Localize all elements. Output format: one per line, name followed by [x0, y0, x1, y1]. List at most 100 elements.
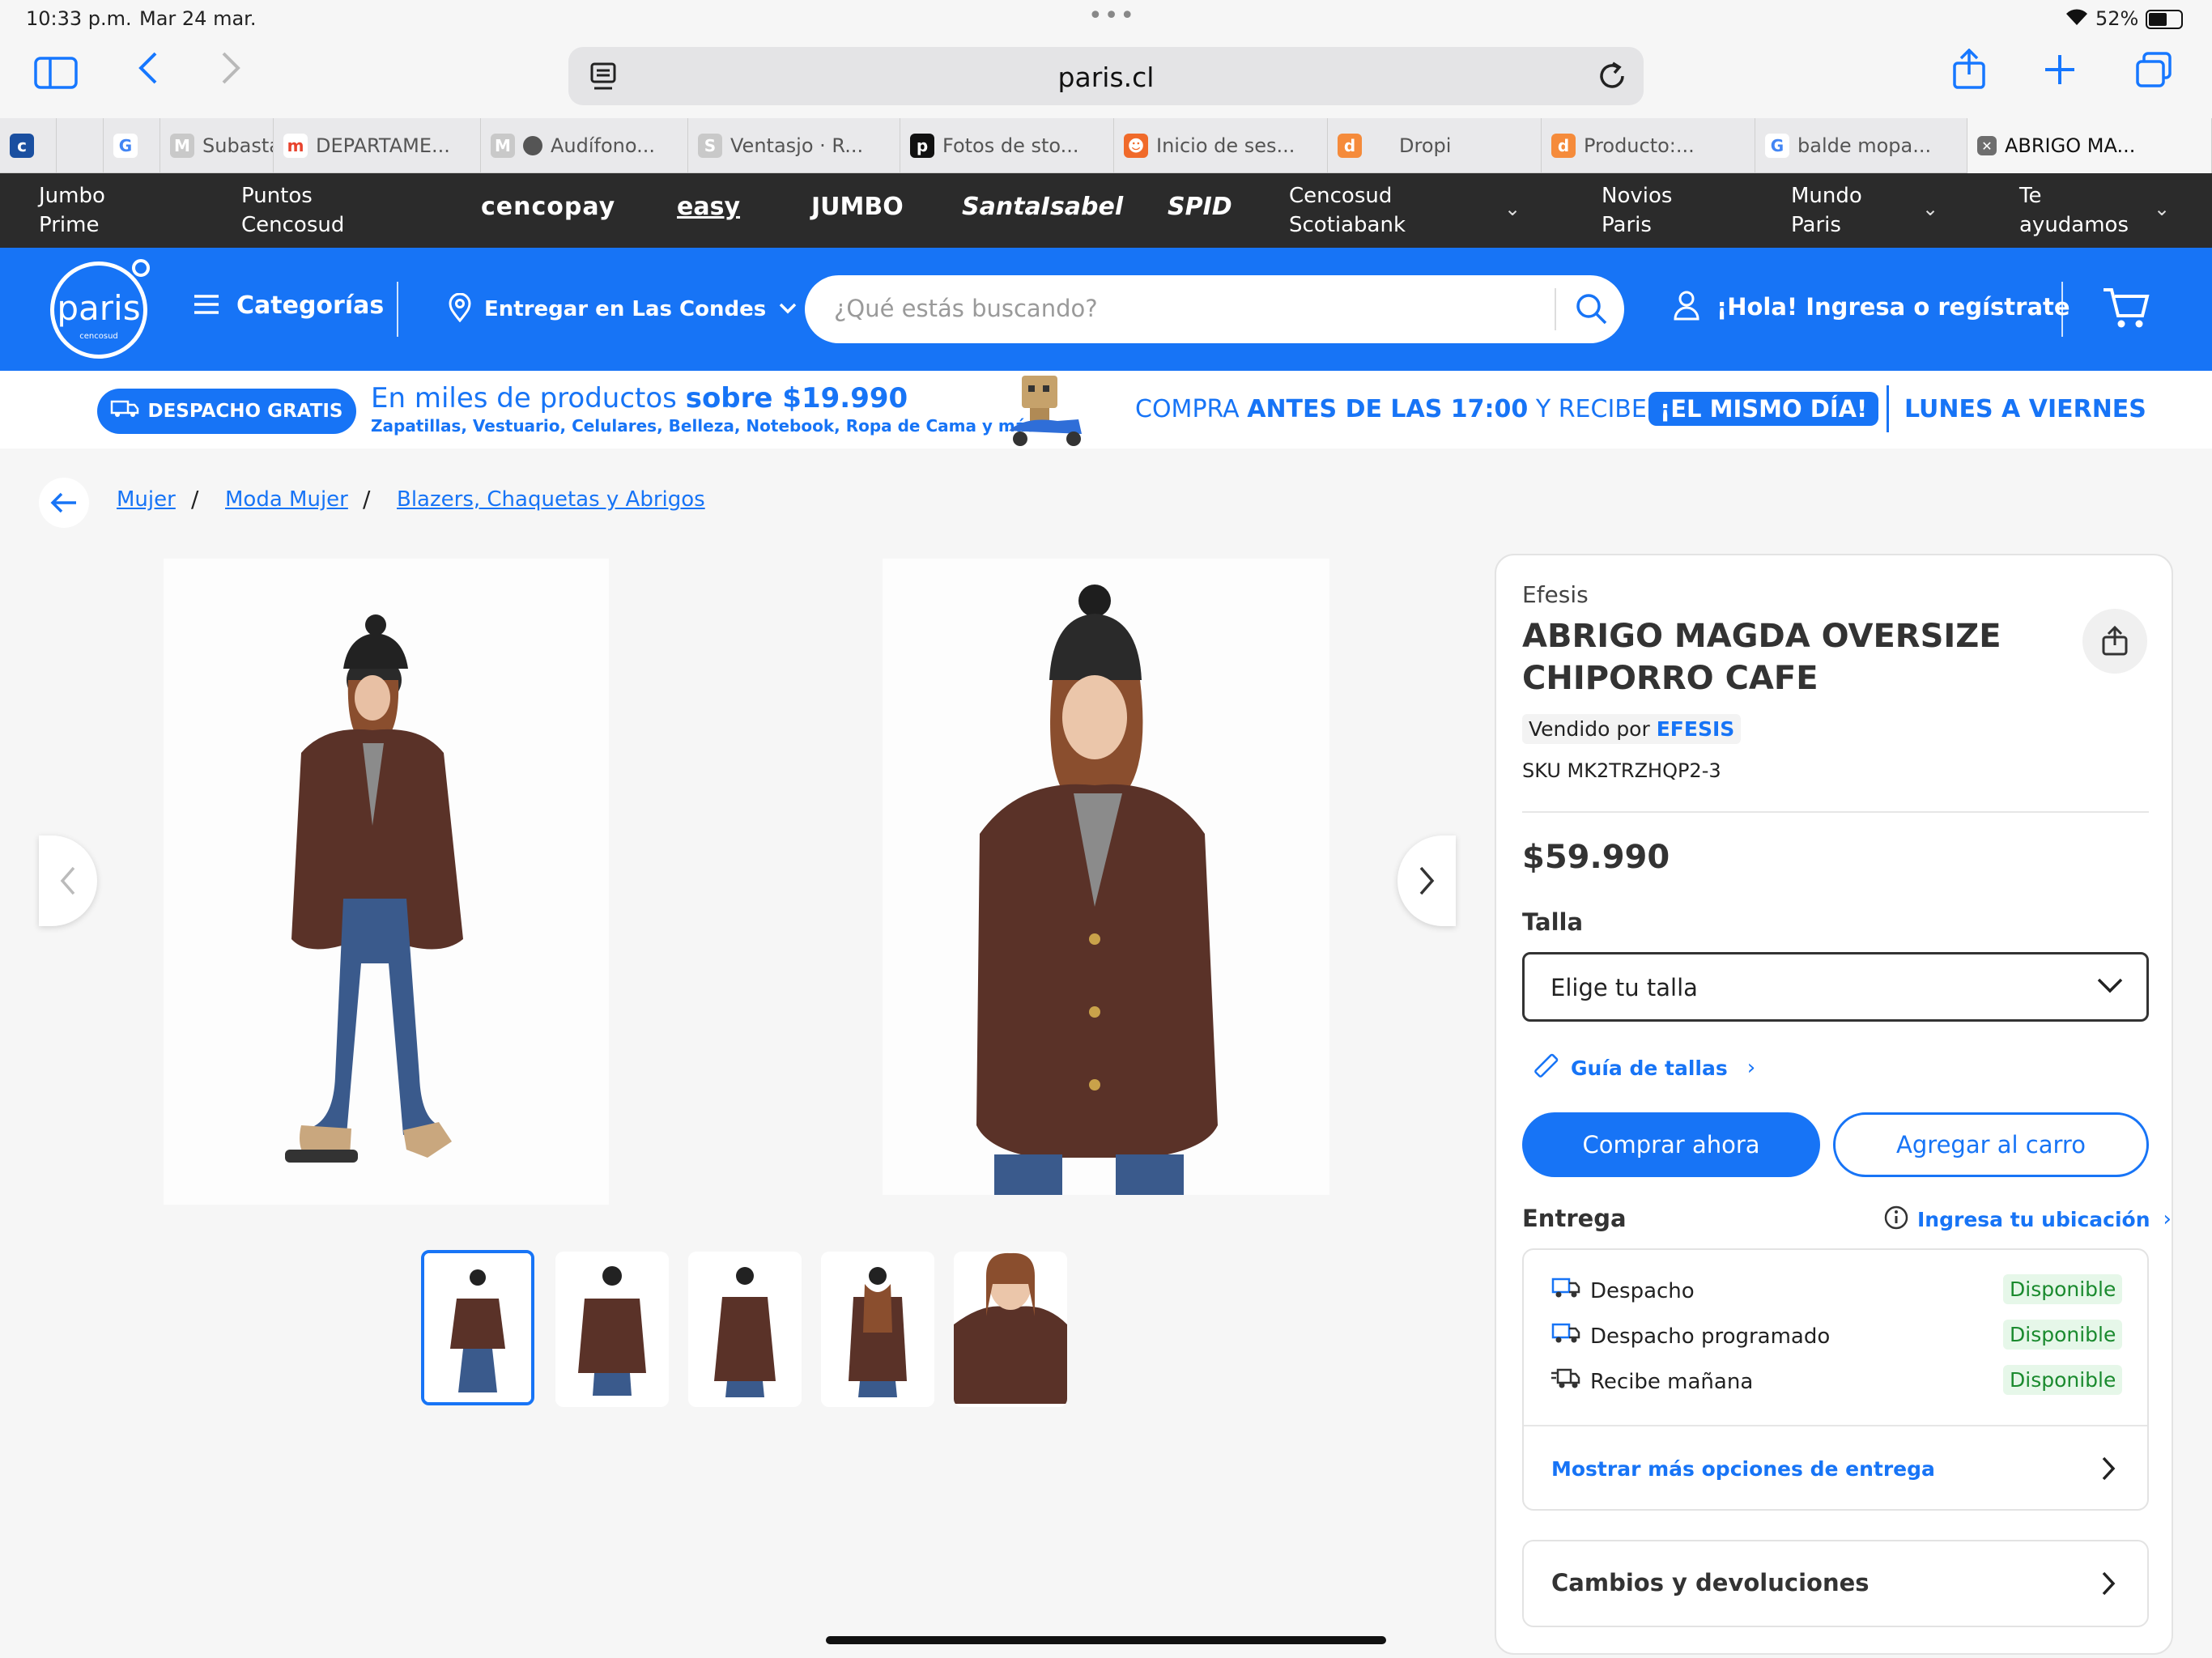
carousel-next-button[interactable] [1397, 835, 1456, 926]
new-tab-icon[interactable] [2042, 52, 2078, 91]
free-shipping-pill: DESPACHO GRATIS [97, 389, 356, 434]
cencosud-icon: c [10, 134, 34, 158]
tab-audifono[interactable]: M Audífono... [481, 118, 688, 173]
paris-logo[interactable]: paris cencosud [50, 259, 150, 359]
tab-blank[interactable] [57, 118, 104, 173]
breadcrumb-moda-mujer[interactable]: Moda Mujer [225, 487, 348, 512]
mercadolibre-icon: m [283, 134, 308, 158]
tab-label: DEPARTAME... [316, 134, 450, 157]
delivery-option-despacho: Despacho [1551, 1276, 1695, 1306]
carousel-prev-button[interactable] [39, 835, 97, 926]
home-indicator[interactable] [826, 1636, 1386, 1644]
address-bar[interactable]: paris.cl [568, 47, 1644, 105]
battery-percent: 52% [2095, 7, 2139, 30]
breadcrumb-separator: / [363, 486, 371, 512]
tab-label: Ventasjo · R... [730, 134, 864, 157]
returns-accordion[interactable]: Cambios y devoluciones [1522, 1540, 2149, 1627]
link-easy[interactable]: easy [677, 193, 740, 222]
chevron-down-icon[interactable]: ⌄ [1922, 198, 1938, 220]
thumbnail-4[interactable] [821, 1252, 934, 1407]
categories-button[interactable]: Categorías [193, 291, 384, 320]
delivery-option-name: Despacho [1590, 1278, 1695, 1303]
link-cencopay[interactable]: cencopay [481, 193, 615, 222]
tab-inicio-sesion[interactable]: ☻ Inicio de ses... [1114, 118, 1328, 173]
tab-ventasjo[interactable]: S Ventasjo · R... [688, 118, 900, 173]
tab-overview-icon[interactable] [2134, 52, 2173, 92]
link-puntos-cencosud[interactable]: Puntos Cencosud [241, 181, 344, 240]
tab-balde-mopa[interactable]: G balde mopa... [1755, 118, 1967, 173]
tab-abrigo-active[interactable]: ✕ ABRIGO MA... [1967, 118, 2212, 173]
back-arrow-icon[interactable] [39, 478, 89, 528]
location-link[interactable]: Ingresa tu ubicación › [1883, 1205, 2172, 1234]
seller-link[interactable]: EFESIS [1657, 717, 1735, 741]
tab-producto[interactable]: d Producto:... [1542, 118, 1755, 173]
product-photo-three-quarter[interactable] [883, 559, 1329, 1195]
chevron-down-icon[interactable]: ⌄ [2154, 198, 2170, 220]
tab-departamento[interactable]: m DEPARTAME... [274, 118, 481, 173]
tab-subasta[interactable]: M Subasta [160, 118, 274, 173]
close-icon[interactable]: ✕ [1977, 136, 1997, 155]
share-product-icon[interactable] [2082, 609, 2147, 674]
thumbnail-2[interactable] [555, 1252, 669, 1407]
sidebar-toggle-icon[interactable] [34, 57, 78, 92]
link-jumbo-prime[interactable]: Jumbo Prime [39, 181, 105, 240]
tab-fotos[interactable]: p Fotos de sto... [900, 118, 1114, 173]
returns-label: Cambios y devoluciones [1551, 1569, 1870, 1596]
link-spid[interactable]: SPID [1168, 193, 1232, 222]
link-jumbo[interactable]: JUMBO [811, 193, 904, 222]
dropi-icon: d [1338, 134, 1362, 158]
thumbnail-5[interactable] [954, 1252, 1067, 1407]
breadcrumb-separator: / [191, 486, 199, 512]
breadcrumb-mujer[interactable]: Mujer [117, 487, 176, 512]
url-text: paris.cl [1057, 62, 1155, 93]
delivery-option-name: Despacho programado [1590, 1324, 1831, 1349]
circle-icon [523, 136, 542, 155]
product-brand[interactable]: Efesis [1522, 581, 1589, 608]
tab-label: Dropi [1399, 134, 1452, 157]
fast-truck-icon [1551, 1367, 1580, 1397]
product-photo-full-body[interactable] [164, 559, 609, 1205]
add-to-cart-button[interactable]: Agregar al carro [1833, 1112, 2149, 1177]
promo-banner[interactable]: DESPACHO GRATIS En miles de productos so… [0, 371, 2212, 449]
link-novios-paris[interactable]: Novios Paris [1602, 181, 1672, 240]
search-icon[interactable] [1574, 291, 1608, 329]
breadcrumb-blazers[interactable]: Blazers, Chaquetas y Abrigos [397, 487, 705, 512]
chevron-down-icon[interactable]: ⌄ [1504, 198, 1521, 220]
size-select[interactable]: Elige tu talla [1522, 952, 2149, 1022]
back-icon[interactable] [136, 50, 159, 95]
link-label: Novios [1602, 184, 1673, 208]
more-delivery-options-link[interactable]: Mostrar más opciones de entrega [1524, 1426, 2147, 1511]
divider [397, 282, 398, 337]
share-icon[interactable] [1951, 48, 1987, 94]
multitask-dots-icon[interactable]: ••• [1088, 2, 1136, 30]
cencosud-sites-bar: Jumbo Prime Puntos Cencosud cencopay eas… [0, 173, 2212, 248]
site-header: paris cencosud Categorías Entregar en La… [0, 248, 2212, 371]
size-select-value: Elige tu talla [1551, 974, 1698, 1001]
tab-cencosud[interactable]: c [0, 118, 57, 173]
search-input[interactable]: ¿Qué estás buscando? [834, 295, 1098, 322]
link-te-ayudamos[interactable]: Te ayudamos [2019, 181, 2129, 240]
link-cencosud-scotiabank[interactable]: Cencosud Scotiabank [1289, 181, 1406, 240]
tab-google[interactable]: G [104, 118, 160, 173]
logo-subtext: cencosud [79, 332, 118, 341]
delivery-location-button[interactable]: Entregar en Las Condes [449, 292, 797, 325]
reload-icon[interactable] [1597, 60, 1627, 96]
divider [1555, 288, 1556, 330]
chevron-right-icon [2100, 1456, 2116, 1485]
login-button[interactable]: ¡Hola! Ingresa o regístrate [1673, 290, 2070, 324]
search-bar[interactable]: ¿Qué estás buscando? [805, 275, 1624, 343]
forward-icon[interactable] [220, 50, 243, 95]
status-time: 10:33 p.m. [26, 7, 132, 30]
link-mundo-paris[interactable]: Mundo Paris [1791, 181, 1862, 240]
cart-icon[interactable] [2102, 285, 2150, 334]
link-santa-isabel[interactable]: SantaIsabel [962, 193, 1123, 222]
tab-dropi[interactable]: d Dropi [1328, 118, 1542, 173]
promo-text: En miles de productos [371, 382, 686, 414]
thumbnail-3[interactable] [688, 1252, 802, 1407]
tab-label: Producto:... [1584, 134, 1695, 157]
buy-now-button[interactable]: Comprar ahora [1522, 1112, 1820, 1177]
thumbnail-1[interactable] [421, 1250, 534, 1405]
user-icon [1673, 290, 1700, 324]
chevron-down-icon [779, 302, 797, 317]
size-guide-link[interactable]: Guía de tallas › [1532, 1052, 1755, 1083]
